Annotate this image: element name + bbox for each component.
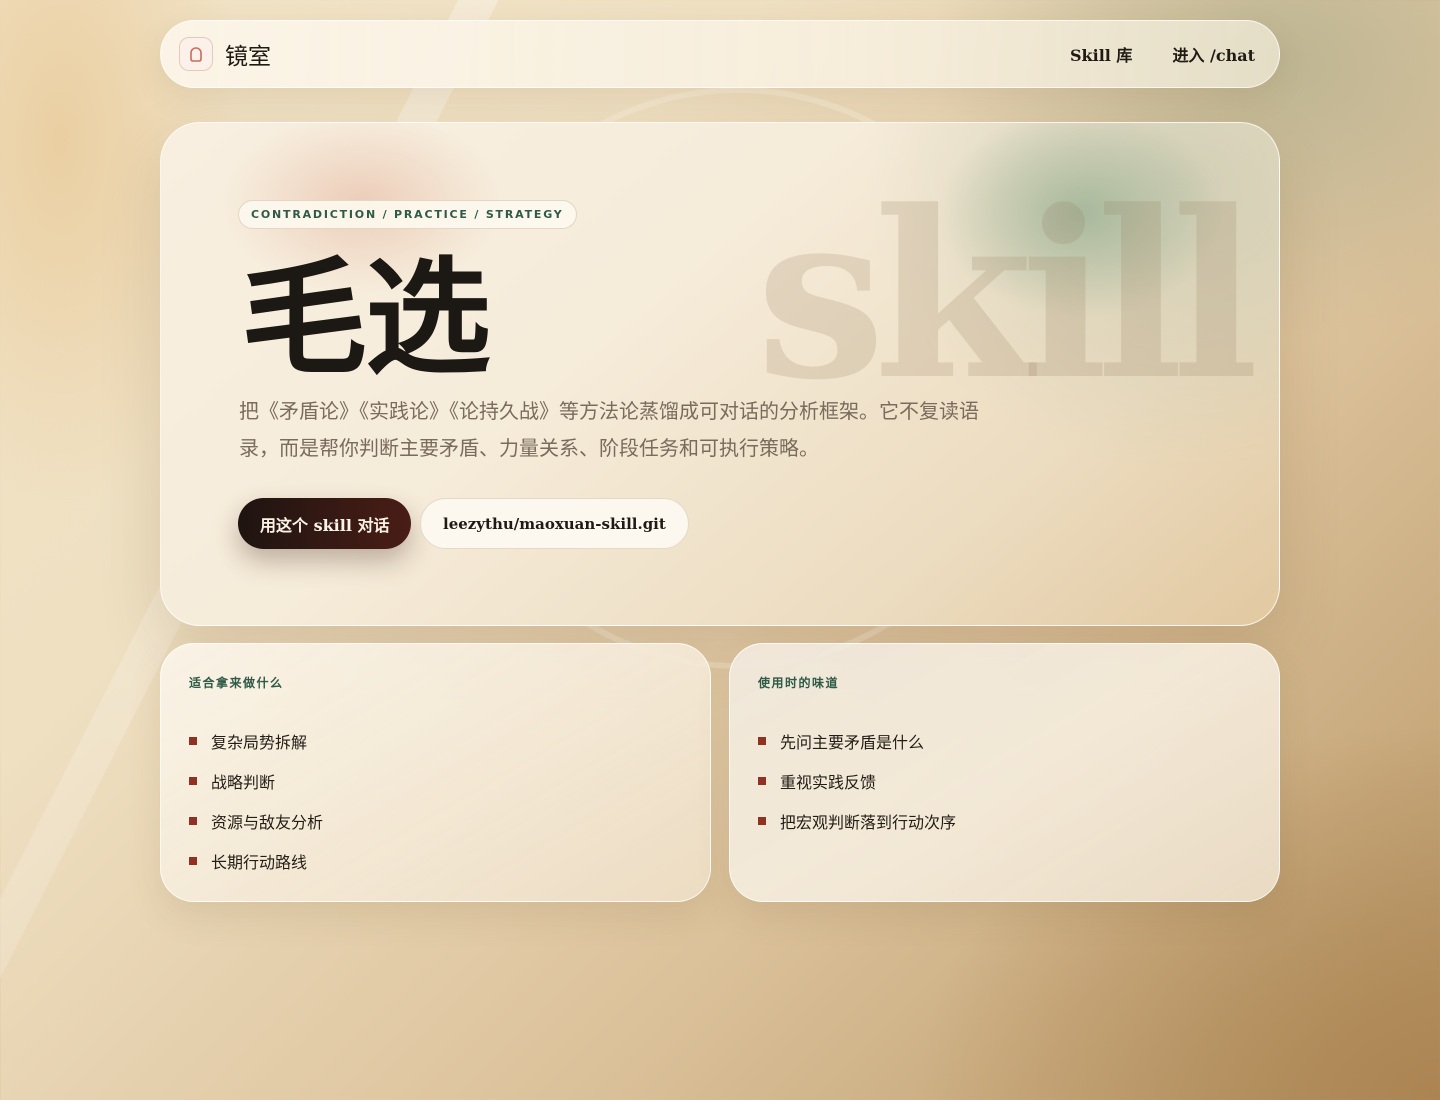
card-title: 使用时的味道 bbox=[758, 676, 840, 690]
bullet-icon bbox=[758, 777, 766, 785]
hero-watermark: skill bbox=[756, 161, 1259, 431]
list-item-label: 战略判断 bbox=[211, 773, 276, 792]
list-item-label: 长期行动路线 bbox=[211, 853, 308, 872]
hero-description: 把《矛盾论》《实践论》《论持久战》等方法论蒸馏成可对话的分析框架。它不复读语录，… bbox=[239, 399, 979, 460]
usage-flavor-card: 使用时的味道 先问主要矛盾是什么 重视实践反馈 把宏观判断落到行动次序 bbox=[729, 643, 1280, 902]
brand-name[interactable]: 镜室 bbox=[225, 37, 271, 71]
bullet-icon bbox=[189, 777, 197, 785]
hero-title: 毛选 bbox=[241, 244, 491, 392]
bullet-icon bbox=[758, 817, 766, 825]
bullet-icon bbox=[189, 817, 197, 825]
hero-eyebrow-tag: CONTRADICTION / PRACTICE / STRATEGY bbox=[238, 200, 577, 229]
list-item: 复杂局势拆解 bbox=[189, 721, 682, 761]
list-item-label: 先问主要矛盾是什么 bbox=[780, 733, 925, 752]
list-item: 长期行动路线 bbox=[189, 841, 682, 881]
list-item-label: 资源与敌友分析 bbox=[211, 813, 324, 832]
card-title: 适合拿来做什么 bbox=[189, 676, 284, 690]
list-item: 资源与敌友分析 bbox=[189, 801, 682, 841]
list-item: 战略判断 bbox=[189, 761, 682, 801]
nav-enter-chat[interactable]: 进入 /chat bbox=[1172, 42, 1255, 66]
list-item: 重视实践反馈 bbox=[758, 761, 1251, 801]
top-navbar: 镜室 Skill 库 进入 /chat bbox=[160, 20, 1280, 88]
bullet-icon bbox=[189, 737, 197, 745]
list-item-label: 复杂局势拆解 bbox=[211, 733, 308, 752]
hero-card: skill CONTRADICTION / PRACTICE / STRATEG… bbox=[160, 122, 1280, 626]
chat-with-skill-button[interactable]: 用这个 skill 对话 bbox=[238, 498, 412, 549]
mirror-icon[interactable] bbox=[179, 37, 213, 71]
usage-flavor-list: 先问主要矛盾是什么 重视实践反馈 把宏观判断落到行动次序 bbox=[758, 721, 1251, 841]
repo-link-button[interactable]: leezythu/maoxuan-skill.git bbox=[420, 498, 689, 549]
use-cases-list: 复杂局势拆解 战略判断 资源与敌友分析 长期行动路线 bbox=[189, 721, 682, 881]
use-cases-card: 适合拿来做什么 复杂局势拆解 战略判断 资源与敌友分析 长期行动路线 bbox=[160, 643, 711, 902]
main-nav: Skill 库 进入 /chat bbox=[1070, 42, 1255, 66]
bullet-icon bbox=[189, 857, 197, 865]
list-item: 把宏观判断落到行动次序 bbox=[758, 801, 1251, 841]
list-item-label: 重视实践反馈 bbox=[780, 773, 877, 792]
nav-skill-library[interactable]: Skill 库 bbox=[1070, 42, 1132, 66]
list-item: 先问主要矛盾是什么 bbox=[758, 721, 1251, 761]
list-item-label: 把宏观判断落到行动次序 bbox=[780, 813, 957, 832]
bullet-icon bbox=[758, 737, 766, 745]
